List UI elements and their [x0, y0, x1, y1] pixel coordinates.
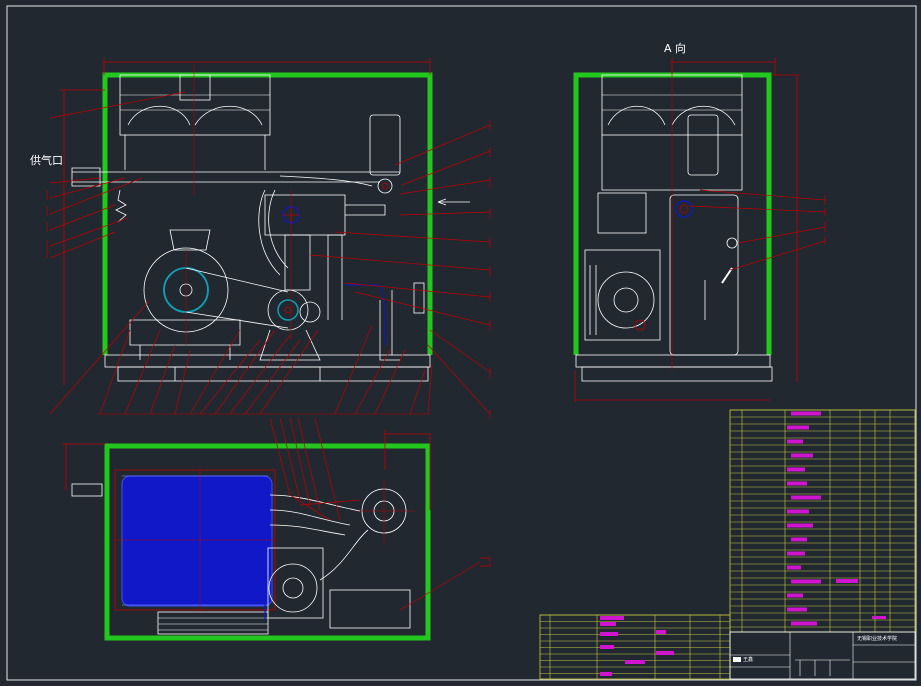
parts-list-rows — [730, 409, 915, 628]
school-name: 无锡职业技术学院 — [857, 636, 898, 642]
parts-list-entry — [791, 453, 813, 458]
parts-list-entry — [656, 630, 666, 634]
parts-list-entry — [600, 616, 624, 620]
parts-list-entry — [787, 565, 801, 570]
parts-list-entry — [600, 632, 618, 636]
parts-list-entry — [600, 672, 612, 676]
motor-top — [121, 475, 273, 607]
parts-list-entry — [787, 467, 805, 472]
parts-list-entry — [625, 660, 645, 664]
parts-list-entry — [787, 439, 803, 444]
parts-list-entry — [787, 551, 805, 556]
bottom-table — [539, 614, 731, 680]
parts-list-entry — [836, 579, 858, 583]
parts-list-entry — [787, 523, 813, 528]
parts-list-entry — [791, 537, 807, 542]
parts-list — [729, 409, 916, 633]
parts-list-entry — [791, 579, 821, 584]
side-enclosure — [573, 72, 772, 355]
gas-supply-port-label: 供气口 — [30, 154, 63, 167]
parts-list-entry — [600, 645, 614, 649]
bottom-table-rows — [540, 614, 730, 676]
parts-list-entry — [791, 621, 817, 626]
parts-list-entry — [787, 607, 807, 612]
top-view — [62, 417, 491, 641]
parts-list-entry — [600, 622, 616, 626]
technical-drawing — [6, 5, 917, 681]
parts-list-entry — [787, 425, 809, 430]
parts-list-entry — [787, 509, 809, 514]
designer-name: 王鑫 — [743, 657, 754, 663]
parts-list-entry — [656, 651, 674, 655]
side-view-a — [573, 58, 826, 402]
parts-list-entry — [787, 481, 807, 486]
view-a-label: A 向 — [664, 42, 687, 55]
parts-list-entry — [791, 411, 821, 416]
parts-list-entry — [787, 593, 803, 598]
parts-list-entry — [872, 616, 886, 619]
parts-list-entry — [791, 495, 821, 500]
front-view — [46, 58, 491, 418]
